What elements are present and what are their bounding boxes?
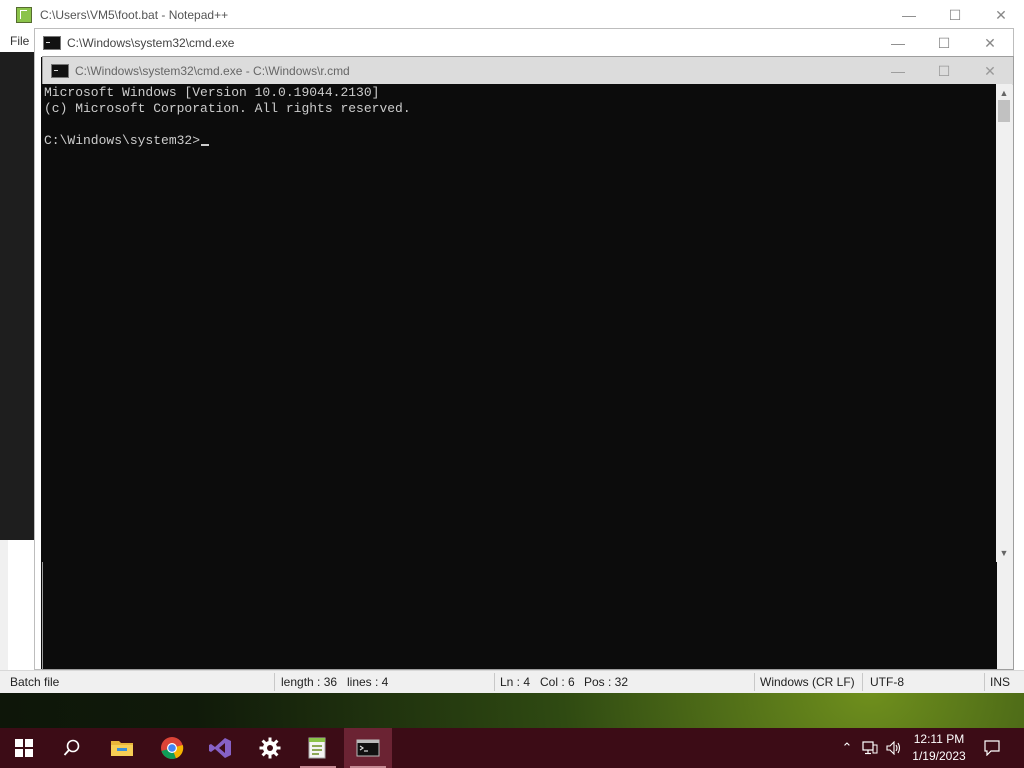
status-separator [274,673,275,691]
show-hidden-icons-button[interactable]: ⌃ [838,728,856,768]
chevron-up-icon: ⌃ [841,740,853,755]
cmd-window-controls: — ☐ ✕ [875,57,1013,85]
cmd-taskbar-button[interactable] [344,728,392,768]
chrome-icon [161,737,184,760]
status-col: Col : 6 [540,675,575,689]
windows-logo-icon [15,739,33,757]
clock-time: 12:11 PM [913,732,965,746]
cmd-titlebar[interactable]: C:\Windows\system32\cmd.exe - C:\Windows… [43,57,1013,85]
status-separator [984,673,985,691]
status-insert-mode: INS [990,675,1011,689]
cmd-window-controls: — ☐ ✕ [875,29,1013,57]
chrome-button[interactable] [148,728,196,768]
visual-studio-button[interactable] [196,728,244,768]
maximize-button[interactable]: ☐ [921,57,967,85]
cmd-icon [43,36,61,50]
notepadpp-title: C:\Users\VM5\foot.bat - Notepad++ [40,8,229,22]
minimize-button[interactable]: — [875,57,921,85]
status-separator [754,673,755,691]
clock-date: 1/19/2023 [912,749,966,763]
cmd-icon [356,739,380,757]
console-scrollbar[interactable]: ▲ ▼ [996,84,1012,562]
editor-panel-dark [0,52,36,540]
status-eol: Windows (CR LF) [760,675,855,689]
console-version-line: Microsoft Windows [Version 10.0.19044.21… [44,85,380,100]
minimize-button[interactable]: — [886,0,932,30]
network-button[interactable] [860,728,880,768]
status-lines: lines : 4 [347,675,389,689]
close-button[interactable]: ✕ [978,0,1024,30]
console-output[interactable]: Microsoft Windows [Version 10.0.19044.21… [42,84,996,562]
text-cursor [201,144,210,146]
search-button[interactable] [48,728,96,768]
cmd-icon [51,64,69,78]
visual-studio-icon [209,738,231,758]
cmd-title: C:\Windows\system32\cmd.exe - C:\Windows… [75,64,350,78]
notepadpp-icon [16,7,32,23]
scroll-thumb[interactable] [998,100,1010,122]
notepadpp-statusbar: Batch file length : 36 lines : 4 Ln : 4 … [0,670,1024,693]
notepadpp-titlebar[interactable]: C:\Users\VM5\foot.bat - Notepad++ [0,0,1024,30]
minimize-button[interactable]: — [875,29,921,57]
network-icon [862,741,878,755]
notepadpp-menubar: File [10,30,29,52]
start-button[interactable] [0,728,48,768]
status-file-type: Batch file [10,675,60,689]
status-length: length : 36 [281,675,338,689]
console-prompt: C:\Windows\system32> [44,133,201,148]
console-prompt-line: C:\Windows\system32> [44,133,210,149]
notifications-button[interactable] [978,728,1006,768]
maximize-button[interactable]: ☐ [932,0,978,30]
scroll-down-arrow[interactable]: ▼ [996,546,1012,560]
status-encoding: UTF-8 [870,675,904,689]
folder-icon [111,741,133,756]
file-explorer-button[interactable] [98,728,146,768]
close-button[interactable]: ✕ [967,57,1013,85]
status-separator [862,673,863,691]
close-button[interactable]: ✕ [967,29,1013,57]
taskbar-clock[interactable]: 12:11 PM 1/19/2023 [900,731,978,765]
notepadpp-taskbar-button[interactable] [294,728,342,768]
console-copyright-line: (c) Microsoft Corporation. All rights re… [44,101,411,116]
maximize-button[interactable]: ☐ [921,29,967,57]
cmd-titlebar[interactable]: C:\Windows\system32\cmd.exe [35,29,1013,57]
notepadpp-icon [308,737,326,759]
scroll-up-arrow[interactable]: ▲ [996,86,1012,100]
status-separator [494,673,495,691]
gear-icon [259,737,281,759]
status-ln: Ln : 4 [500,675,531,689]
notepadpp-window-controls: — ☐ ✕ [886,0,1024,30]
status-pos: Pos : 32 [584,675,629,689]
menu-file[interactable]: File [10,34,29,48]
settings-button[interactable] [246,728,294,768]
cmd-title: C:\Windows\system32\cmd.exe [67,36,235,50]
search-icon [63,739,80,756]
notification-icon [984,740,1000,756]
